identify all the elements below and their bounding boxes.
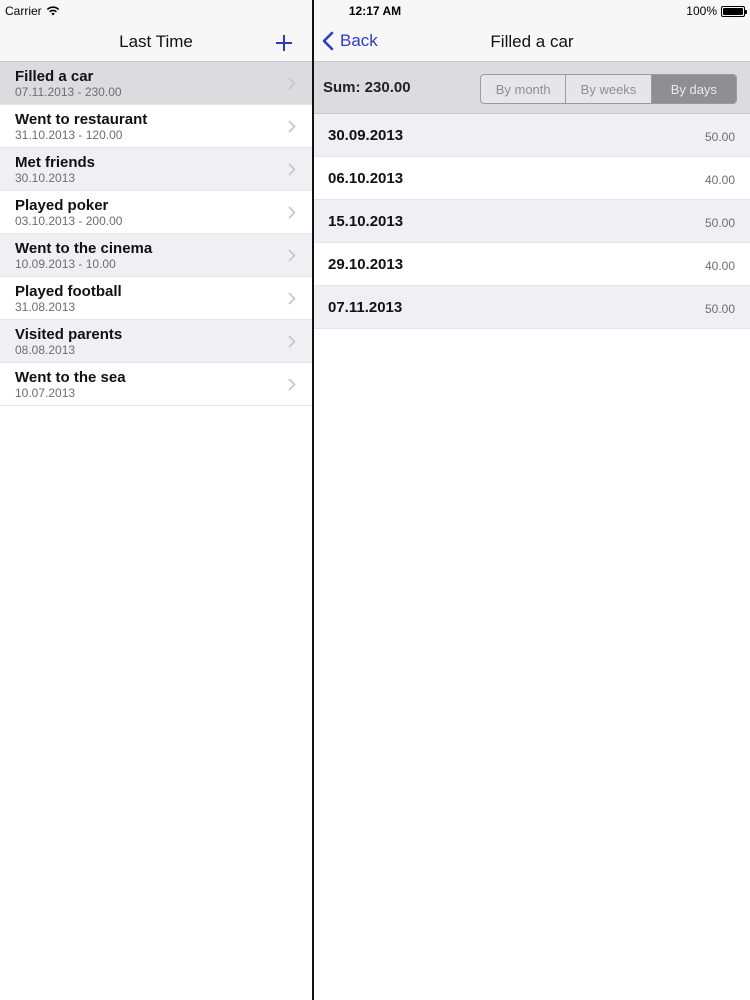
item-subtitle: 31.10.2013 - 120.00 [15, 128, 123, 142]
item-title: Went to the sea [15, 369, 126, 386]
battery-indicator: 100% [686, 4, 747, 18]
list-item[interactable]: Played poker 03.10.2013 - 200.00 [0, 191, 312, 234]
table-row: 30.09.2013 50.00 [314, 114, 750, 157]
add-button[interactable] [270, 26, 298, 54]
detail-pane: Back Filled a car Sum: 230.00 By month By… [314, 20, 750, 1000]
chevron-right-icon [288, 335, 296, 348]
list-item[interactable]: Went to restaurant 31.10.2013 - 120.00 [0, 105, 312, 148]
detail-nav-bar: Back Filled a car [314, 20, 750, 62]
summary-bar: Sum: 230.00 By month By weeks By days [314, 62, 750, 114]
list-item[interactable]: Went to the cinema 10.09.2013 - 10.00 [0, 234, 312, 277]
period-segmented-control: By month By weeks By days [480, 74, 737, 104]
entries-list: 30.09.2013 50.00 06.10.2013 40.00 15.10.2013… [314, 114, 750, 329]
row-date: 15.10.2013 [328, 213, 404, 230]
list-item[interactable]: Played football 31.08.2013 [0, 277, 312, 320]
activity-list: Filled a car 07.11.2013 - 230.00 Went to r… [0, 62, 312, 406]
segment-by-days[interactable]: By days [651, 75, 736, 103]
detail-title: Filled a car [490, 32, 574, 51]
item-subtitle: 30.10.2013 [15, 171, 76, 185]
table-row: 29.10.2013 40.00 [314, 243, 750, 286]
battery-icon [721, 5, 747, 17]
chevron-right-icon [288, 77, 296, 90]
sum-label: Sum: 230.00 [323, 79, 411, 96]
master-title: Last Time [119, 32, 193, 51]
chevron-right-icon [288, 120, 296, 133]
item-title: Played poker [15, 197, 109, 214]
item-title: Played football [15, 283, 122, 300]
list-item[interactable]: Filled a car 07.11.2013 - 230.00 [0, 62, 312, 105]
table-row: 15.10.2013 50.00 [314, 200, 750, 243]
row-amount: 50.00 [704, 130, 735, 144]
ipad-screen: Carrier 12:17 AM 100% Last Time Filled a… [0, 0, 750, 1000]
table-row: 06.10.2013 40.00 [314, 157, 750, 200]
item-subtitle: 03.10.2013 - 200.00 [15, 214, 123, 228]
list-item[interactable]: Went to the sea 10.07.2013 [0, 363, 312, 406]
item-title: Went to the cinema [15, 240, 153, 257]
item-title: Filled a car [15, 68, 94, 85]
item-title: Went to restaurant [15, 111, 148, 128]
status-bar: Carrier 12:17 AM 100% [0, 0, 750, 20]
chevron-right-icon [288, 163, 296, 176]
status-time: 12:17 AM [348, 4, 402, 18]
battery-fill [723, 7, 743, 15]
master-pane: Last Time Filled a car 07.11.2013 - 230.0… [0, 20, 312, 1000]
item-subtitle: 07.11.2013 - 230.00 [15, 85, 122, 99]
segment-by-weeks[interactable]: By weeks [566, 75, 652, 103]
row-amount: 50.00 [704, 302, 735, 316]
table-row: 07.11.2013 50.00 [314, 286, 750, 329]
row-date: 06.10.2013 [328, 170, 404, 187]
item-subtitle: 10.07.2013 [15, 386, 76, 400]
chevron-right-icon [288, 378, 296, 391]
segment-by-month[interactable]: By month [481, 75, 567, 103]
row-date: 30.09.2013 [328, 127, 404, 144]
item-subtitle: 10.09.2013 - 10.00 [15, 257, 116, 271]
row-date: 07.11.2013 [328, 299, 403, 316]
chevron-right-icon [288, 292, 296, 305]
row-amount: 40.00 [704, 259, 735, 273]
row-date: 29.10.2013 [328, 256, 404, 273]
chevron-right-icon [288, 206, 296, 219]
list-item[interactable]: Visited parents 08.08.2013 [0, 320, 312, 363]
chevron-right-icon [288, 249, 296, 262]
item-title: Visited parents [15, 326, 123, 343]
list-item[interactable]: Met friends 30.10.2013 [0, 148, 312, 191]
row-amount: 40.00 [704, 173, 735, 187]
item-title: Met friends [15, 154, 96, 171]
battery-percentage: 100% [686, 4, 717, 18]
item-subtitle: 31.08.2013 [15, 300, 76, 314]
item-subtitle: 08.08.2013 [15, 343, 76, 357]
master-nav-bar: Last Time [0, 20, 312, 62]
plus-icon [276, 35, 292, 51]
row-amount: 50.00 [704, 216, 735, 230]
